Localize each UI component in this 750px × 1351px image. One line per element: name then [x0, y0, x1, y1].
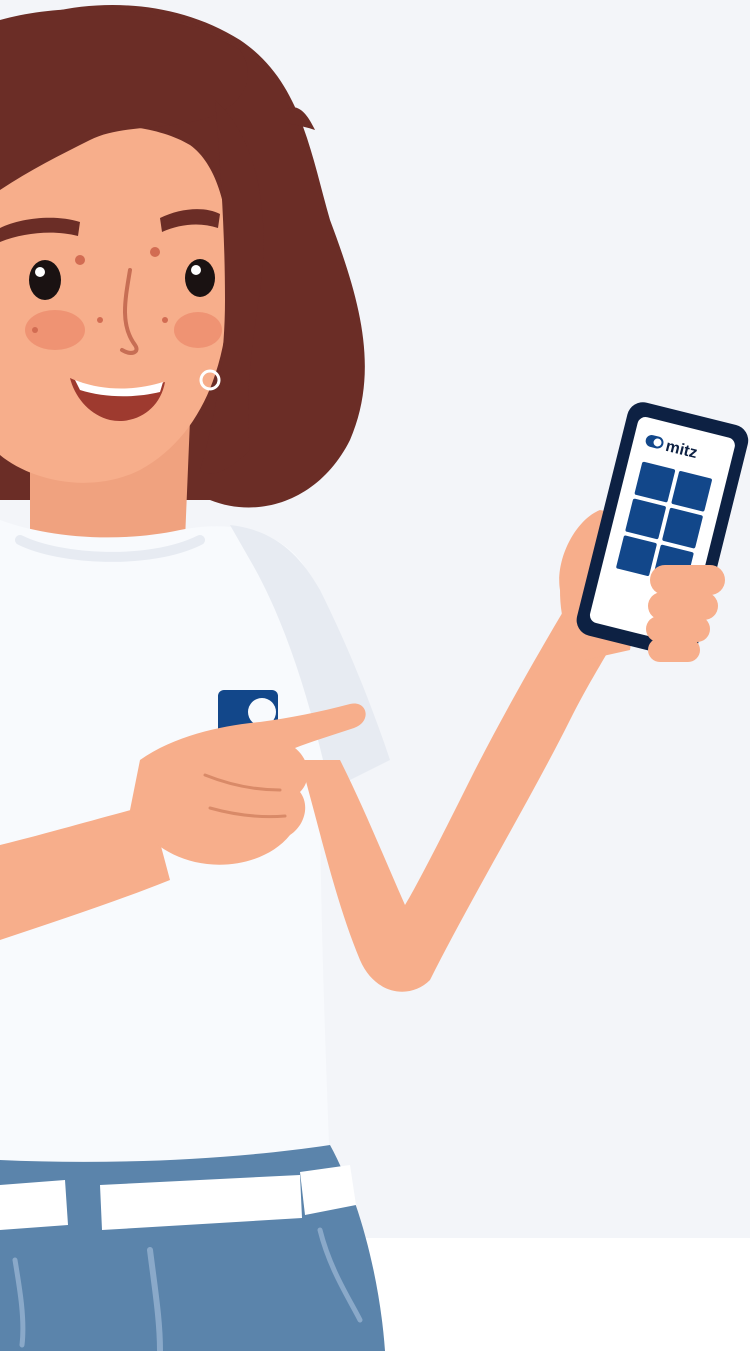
illustration-stage: mitz — [0, 0, 750, 1351]
right-cheek — [174, 312, 222, 348]
right-eye — [185, 259, 215, 297]
left-eye — [29, 260, 61, 300]
woman-illustration: mitz — [0, 5, 749, 1351]
phone-hand-fingers — [646, 565, 725, 662]
